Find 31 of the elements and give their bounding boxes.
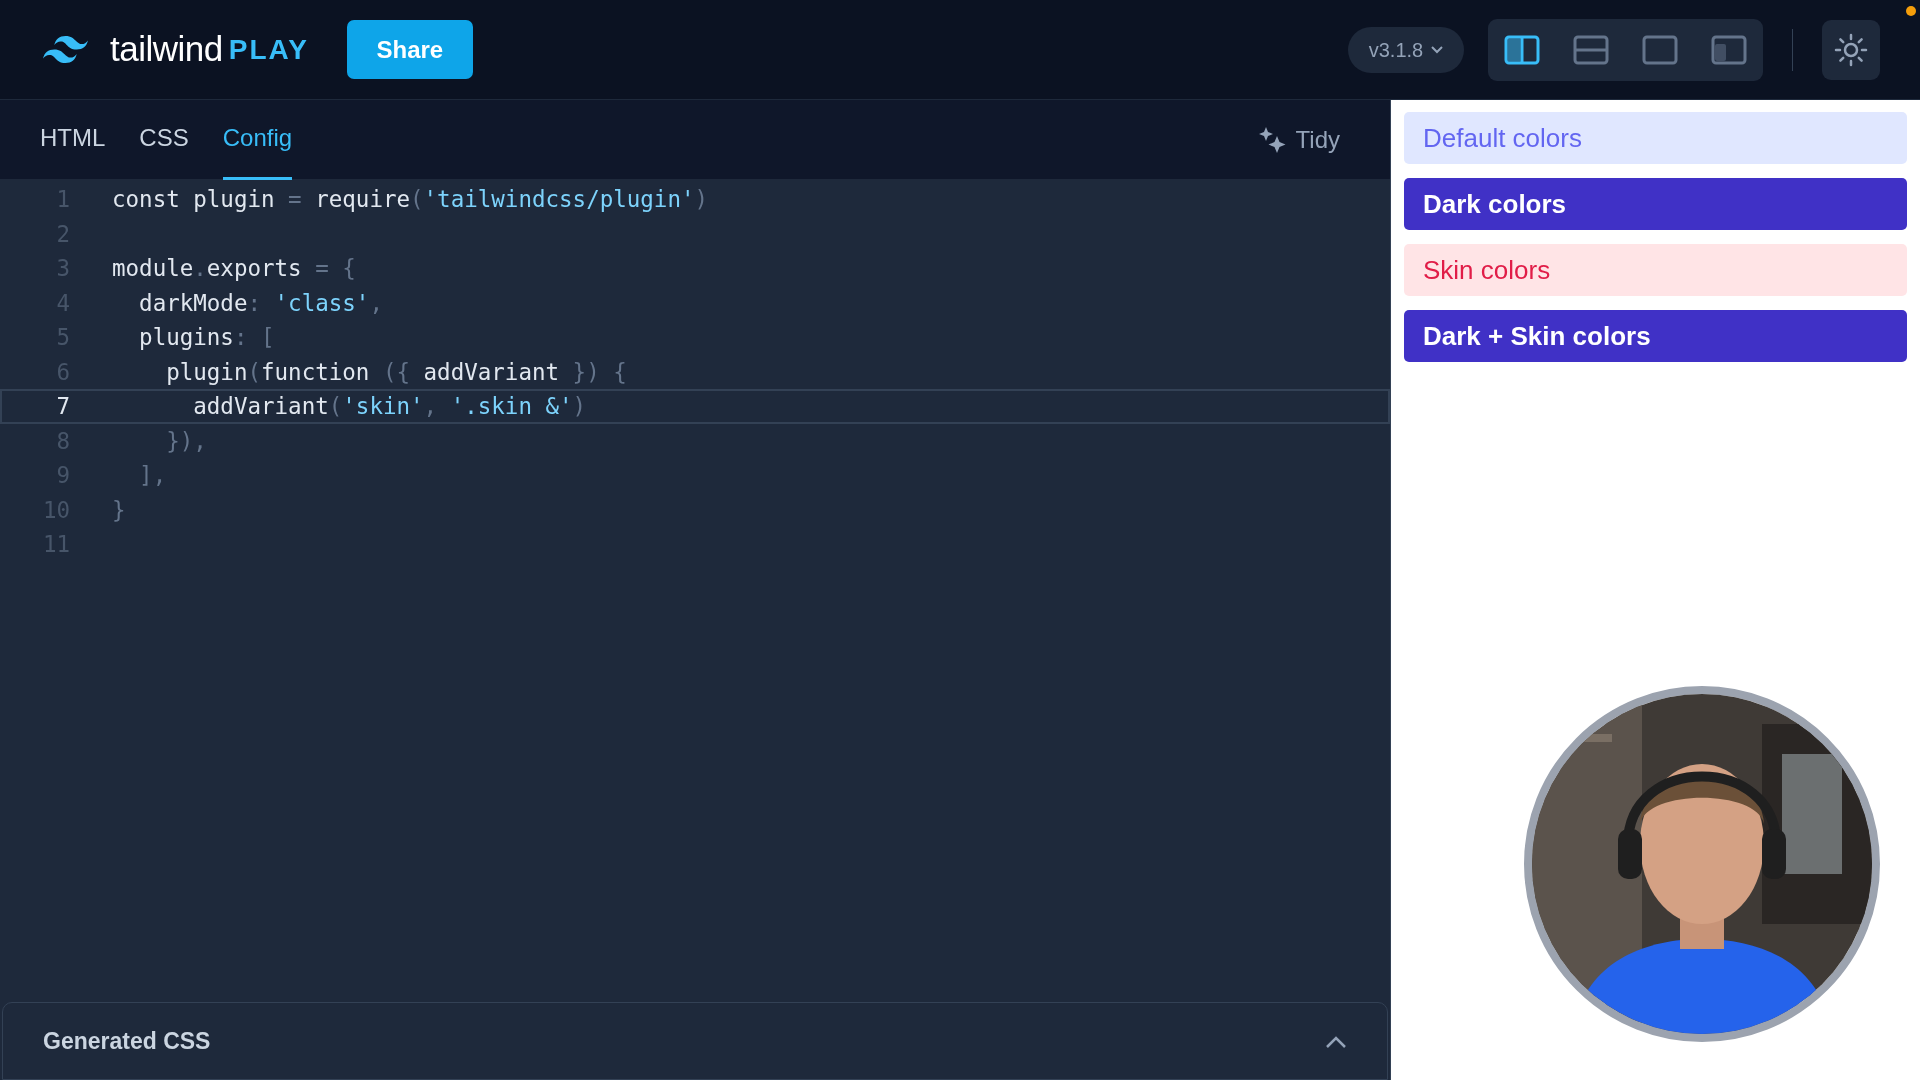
editor-tab[interactable]: Config xyxy=(222,99,293,180)
chevron-up-icon[interactable] xyxy=(1325,1034,1347,1049)
preview-button[interactable]: Dark + Skin colors xyxy=(1404,310,1907,362)
theme-button[interactable] xyxy=(1822,19,1880,80)
code-line: darkMode: 'class', xyxy=(138,288,383,318)
logo-text: tailwind xyxy=(110,28,223,71)
editor-tab[interactable]: CSS xyxy=(139,99,189,180)
panel-title: Generated CSS xyxy=(43,1026,211,1056)
sparkles-icon xyxy=(1257,125,1286,154)
code-line: module.exports = { xyxy=(112,254,356,283)
chevron-down-icon xyxy=(1431,45,1444,54)
preview-button[interactable]: Dark colors xyxy=(1404,178,1907,230)
tidy-button[interactable]: Tidy xyxy=(1257,121,1340,158)
version-dropdown[interactable]: v3.1.8 xyxy=(1348,26,1464,73)
code-line: plugins: [ xyxy=(138,323,275,352)
split-panel-icon[interactable] xyxy=(1504,34,1540,65)
preview-button[interactable]: Skin colors xyxy=(1404,244,1907,296)
code-line: plugin(function ({ addVariant }) { xyxy=(165,357,627,387)
code-line: }), xyxy=(165,426,207,456)
editor-tab[interactable]: HTML xyxy=(40,99,106,180)
logo-tag: PLAY xyxy=(228,28,309,71)
stacked-panel-icon[interactable] xyxy=(1573,34,1609,65)
code-line: addVariant('skin', '.skin &') xyxy=(192,392,587,421)
preview-button[interactable]: Default colors xyxy=(1404,112,1907,164)
panel-icon[interactable] xyxy=(1642,34,1678,65)
code-line: ], xyxy=(138,461,167,490)
code-line: const plugin = require('tailwindcss/plugin') xyxy=(112,185,709,214)
sun-icon xyxy=(1834,32,1868,67)
preview-panel-icon[interactable] xyxy=(1711,34,1747,65)
line-number: 7 xyxy=(55,392,70,421)
code-line: } xyxy=(112,495,126,525)
